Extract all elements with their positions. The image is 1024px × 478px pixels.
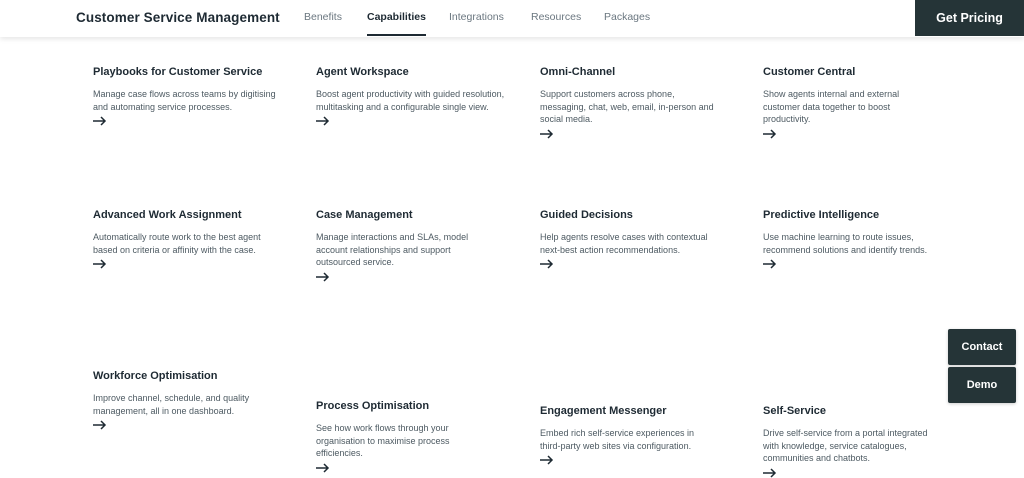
card-description: Automatically route work to the best age… [93,232,261,255]
card-description: Boost agent productivity with guided res… [316,89,505,112]
card-description: Improve channel, schedule, and quality m… [93,393,250,416]
capability-card: Agent Workspace Boost agent productivity… [316,66,516,126]
card-description: Drive self-service from a portal integra… [763,428,928,463]
card-description: See how work flows through your organisa… [316,423,450,458]
card-description: Manage case flows across teams by digiti… [93,89,276,112]
arrow-right-icon[interactable] [316,462,330,473]
arrow-right-icon[interactable] [316,271,330,282]
card-title[interactable]: Omni-Channel [540,66,720,79]
card-title[interactable]: Advanced Work Assignment [93,209,273,222]
capability-card: Guided Decisions Help agents resolve cas… [540,209,710,269]
contact-button[interactable]: Contact [948,329,1016,365]
nav-capabilities[interactable]: Capabilities [367,11,426,36]
card-title[interactable]: Guided Decisions [540,209,710,222]
card-title[interactable]: Engagement Messenger [540,405,715,418]
card-description: Show agents internal and external custom… [763,89,900,124]
arrow-right-icon[interactable] [540,128,554,139]
arrow-right-icon[interactable] [763,259,777,269]
arrow-right-icon[interactable] [316,116,330,126]
nav-benefits[interactable]: Benefits [304,11,342,23]
card-title[interactable]: Customer Central [763,66,938,79]
card-description: Support customers across phone, messagin… [540,89,714,124]
card-title[interactable]: Self-Service [763,405,933,418]
nav-integrations[interactable]: Integrations [449,11,504,23]
capability-card: Playbooks for Customer Service Manage ca… [93,66,283,126]
arrow-right-icon[interactable] [763,467,777,478]
capability-card: Process Optimisation See how work flows … [316,400,496,473]
arrow-right-icon[interactable] [93,116,107,126]
capability-card: Case Management Manage interactions and … [316,209,491,282]
arrow-right-icon[interactable] [540,455,554,465]
arrow-right-icon[interactable] [93,259,107,269]
top-navigation-bar: Customer Service Management Benefits Cap… [0,0,1024,37]
capability-card: Customer Central Show agents internal an… [763,66,938,139]
card-description: Help agents resolve cases with contextua… [540,232,708,255]
arrow-right-icon[interactable] [763,128,777,139]
get-pricing-button[interactable]: Get Pricing [915,0,1024,36]
brand-title[interactable]: Customer Service Management [76,10,280,25]
arrow-right-icon[interactable] [93,420,107,430]
card-title[interactable]: Workforce Optimisation [93,370,253,383]
capability-card: Engagement Messenger Embed rich self-ser… [540,405,715,465]
card-description: Embed rich self-service experiences in t… [540,428,695,451]
card-description: Manage interactions and SLAs, model acco… [316,232,469,267]
card-description: Use machine learning to route issues, re… [763,232,928,255]
nav-resources[interactable]: Resources [531,11,581,23]
card-title[interactable]: Case Management [316,209,491,222]
card-title[interactable]: Playbooks for Customer Service [93,66,283,79]
card-title[interactable]: Predictive Intelligence [763,209,943,222]
capability-card: Advanced Work Assignment Automatically r… [93,209,273,269]
card-title[interactable]: Process Optimisation [316,400,496,413]
capability-card: Predictive Intelligence Use machine lear… [763,209,943,269]
capability-card: Workforce Optimisation Improve channel, … [93,370,253,430]
demo-button[interactable]: Demo [948,367,1016,403]
capability-card: Self-Service Drive self-service from a p… [763,405,933,478]
nav-packages[interactable]: Packages [604,11,650,23]
card-title[interactable]: Agent Workspace [316,66,516,79]
arrow-right-icon[interactable] [540,259,554,269]
capability-card: Omni-Channel Support customers across ph… [540,66,720,139]
